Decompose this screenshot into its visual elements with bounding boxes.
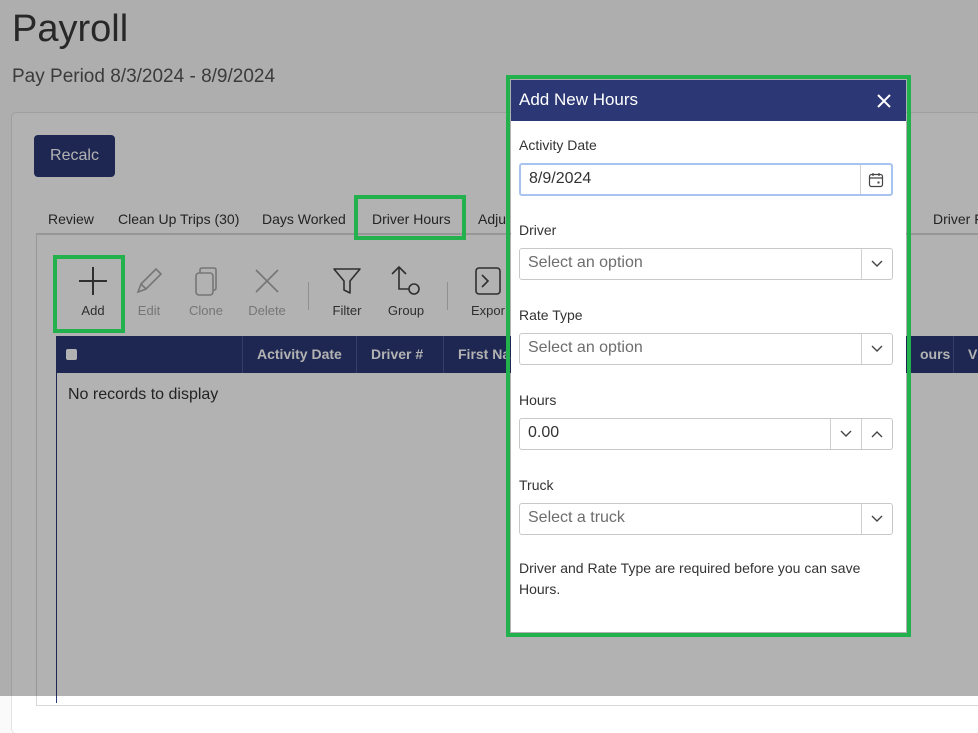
hours-input[interactable]: 0.00 (519, 418, 893, 450)
close-icon[interactable] (874, 91, 894, 111)
calendar-icon (868, 172, 884, 187)
truck-placeholder: Select a truck (528, 509, 625, 526)
chevron-down-icon (871, 345, 883, 352)
driver-placeholder: Select an option (528, 254, 643, 271)
chevron-down-icon (871, 260, 883, 267)
chevron-down-icon (871, 515, 883, 522)
validation-note: Driver and Rate Type are required before… (519, 560, 861, 597)
truck-dropdown-toggle[interactable] (861, 504, 892, 534)
driver-select[interactable]: Select an option (519, 248, 893, 280)
rate-type-placeholder: Select an option (528, 339, 643, 356)
rate-type-dropdown-toggle[interactable] (861, 334, 892, 364)
hours-decrement-button[interactable] (830, 419, 861, 449)
dialog-header: Add New Hours (511, 80, 906, 121)
hours-value: 0.00 (528, 424, 560, 441)
activity-date-label: Activity Date (519, 137, 597, 153)
highlight-add-button (53, 255, 125, 333)
driver-label: Driver (519, 222, 557, 238)
hours-label: Hours (519, 392, 557, 408)
highlight-driver-hours-tab (354, 195, 466, 240)
driver-dropdown-toggle[interactable] (861, 249, 892, 279)
dialog-title: Add New Hours (519, 90, 639, 109)
chevron-up-icon (871, 431, 883, 438)
chevron-down-icon (840, 430, 852, 437)
truck-label: Truck (519, 477, 554, 493)
hours-increment-button[interactable] (861, 419, 892, 449)
add-new-hours-dialog: Add New Hours Activity Date 8/9/2024 Dri… (511, 80, 906, 632)
calendar-button[interactable] (860, 165, 891, 194)
truck-select[interactable]: Select a truck (519, 503, 893, 535)
activity-date-value: 8/9/2024 (529, 170, 592, 187)
activity-date-input[interactable]: 8/9/2024 (519, 163, 893, 196)
rate-type-select[interactable]: Select an option (519, 333, 893, 365)
rate-type-label: Rate Type (519, 307, 583, 323)
